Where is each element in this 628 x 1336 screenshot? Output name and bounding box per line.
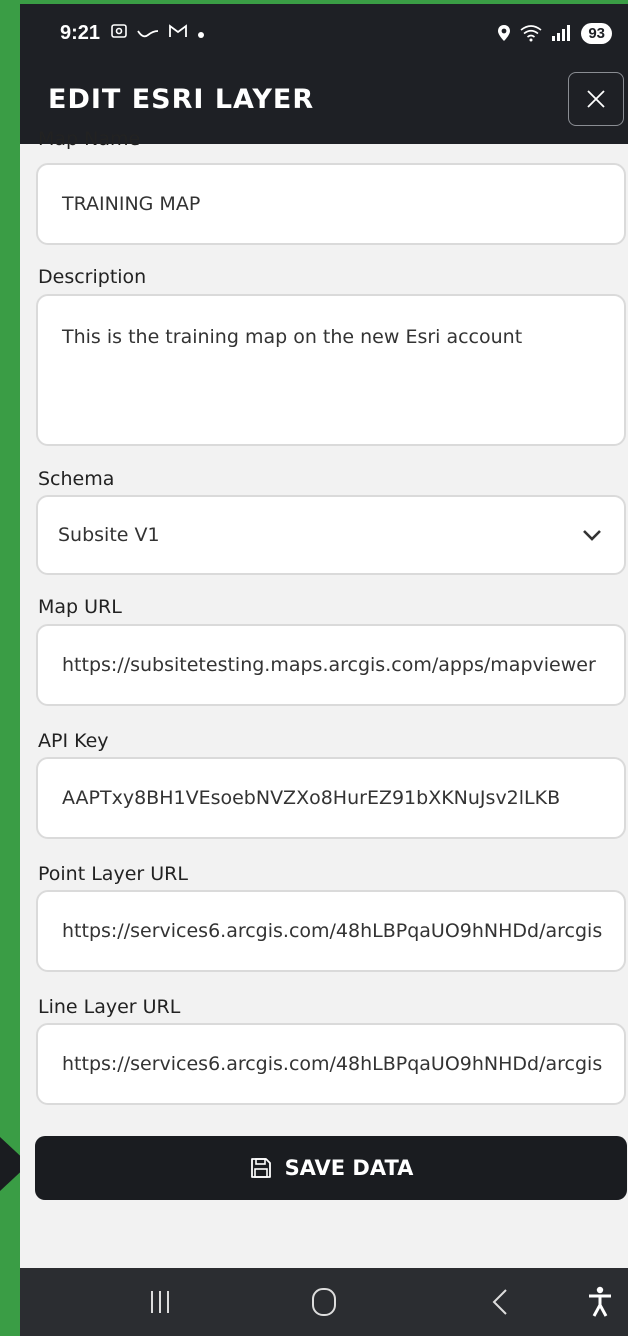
point-layer-url-value: https://services6.arcgis.com/48hLBPqaUO9…	[62, 920, 603, 942]
line-layer-url-field[interactable]: https://services6.arcgis.com/48hLBPqaUO9…	[36, 1023, 626, 1105]
api-key-value: AAPTxy8BH1VEsoebNVZXo8HurEZ91bXKNuJsv2lL…	[62, 787, 561, 809]
battery-badge: 93	[581, 22, 612, 44]
map-url-field[interactable]: https://subsitetesting.maps.arcgis.com/a…	[36, 624, 626, 706]
location-icon	[498, 25, 511, 41]
status-bar: 9:21 93	[20, 4, 628, 62]
close-button[interactable]	[568, 72, 624, 126]
schema-label: Schema	[38, 468, 115, 490]
wifi-icon	[520, 25, 542, 42]
home-button[interactable]	[304, 1284, 344, 1320]
schema-select[interactable]: Subsite V1	[36, 495, 626, 575]
schema-value: Subsite V1	[58, 524, 160, 546]
map-name-value: TRAINING MAP	[62, 193, 201, 215]
status-time: 9:21	[60, 21, 101, 44]
save-data-label: SAVE DATA	[284, 1156, 414, 1180]
description-label: Description	[38, 266, 147, 288]
description-field[interactable]: This is the training map on the new Esri…	[36, 294, 626, 446]
signal-icon	[552, 25, 571, 41]
recent-apps-button[interactable]	[140, 1286, 180, 1318]
description-value: This is the training map on the new Esri…	[62, 326, 523, 348]
back-icon	[492, 1289, 507, 1315]
close-icon	[587, 90, 605, 108]
accessibility-icon	[589, 1286, 611, 1317]
dot-icon	[198, 31, 205, 38]
save-data-button[interactable]: SAVE DATA	[35, 1136, 627, 1200]
status-right-icons: 93	[497, 22, 612, 44]
recent-apps-icon	[151, 1291, 169, 1313]
screenshot-icon	[111, 23, 127, 38]
chevron-down-icon	[583, 530, 601, 541]
map-name-label: Map Name	[38, 128, 141, 150]
gmail-icon	[169, 23, 187, 37]
page-title: EDIT ESRI LAYER	[48, 84, 315, 115]
phone-screen: 9:21 93 EDIT ESRI LAYER TRAINING MAP Map…	[20, 4, 628, 1336]
floppy-disk-icon	[250, 1158, 271, 1178]
wave-icon	[137, 29, 159, 37]
map-name-field[interactable]: TRAINING MAP	[36, 163, 626, 245]
home-icon	[312, 1288, 336, 1316]
api-key-field[interactable]: AAPTxy8BH1VEsoebNVZXo8HurEZ91bXKNuJsv2lL…	[36, 757, 626, 839]
accessibility-button[interactable]	[584, 1284, 616, 1320]
point-layer-url-field[interactable]: https://services6.arcgis.com/48hLBPqaUO9…	[36, 890, 626, 972]
map-url-label: Map URL	[38, 596, 122, 618]
system-nav-bar	[20, 1268, 628, 1336]
map-url-value: https://subsitetesting.maps.arcgis.com/a…	[62, 654, 596, 676]
line-layer-url-value: https://services6.arcgis.com/48hLBPqaUO9…	[62, 1053, 603, 1075]
point-layer-url-label: Point Layer URL	[38, 863, 188, 885]
back-button[interactable]	[484, 1286, 516, 1318]
api-key-label: API Key	[38, 730, 109, 752]
notification-icons	[110, 23, 205, 44]
line-layer-url-label: Line Layer URL	[38, 996, 181, 1018]
